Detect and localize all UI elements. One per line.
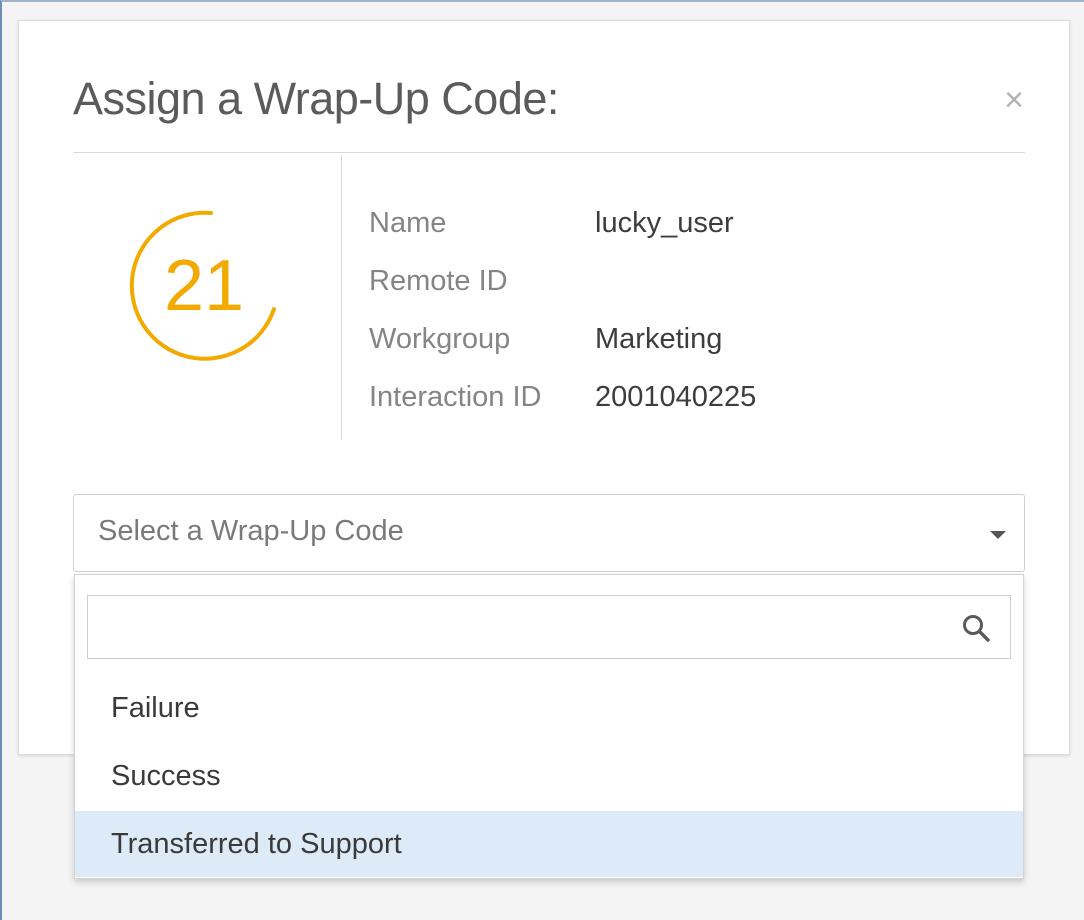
close-button[interactable]: × — [997, 83, 1031, 117]
chevron-down-icon — [990, 531, 1006, 539]
wrap-up-code-dropdown: Failure Success Transferred to Support — [74, 574, 1024, 879]
detail-value: 2001040225 — [595, 381, 757, 413]
dropdown-search — [87, 595, 1011, 659]
counter-value: 21 — [163, 246, 245, 326]
detail-label: Workgroup — [369, 323, 511, 355]
detail-label: Remote ID — [369, 265, 508, 297]
interaction-counter: 21 — [109, 191, 299, 381]
dialog-title: Assign a Wrap-Up Code: — [73, 73, 559, 124]
wrap-up-code-select[interactable]: Select a Wrap-Up Code — [73, 494, 1025, 572]
detail-label: Name — [369, 207, 447, 239]
vertical-divider — [341, 155, 342, 440]
option-failure[interactable]: Failure — [75, 675, 1023, 741]
title-divider — [73, 152, 1025, 153]
detail-value: lucky_user — [595, 207, 734, 239]
detail-label: Interaction ID — [369, 381, 542, 413]
app-frame: Assign a Wrap-Up Code: × 21 Name lucky_u… — [0, 0, 1084, 920]
option-success[interactable]: Success — [75, 743, 1023, 809]
option-transferred-to-support[interactable]: Transferred to Support — [75, 811, 1023, 877]
select-placeholder: Select a Wrap-Up Code — [98, 515, 404, 547]
detail-value: Marketing — [595, 323, 723, 355]
search-icon[interactable] — [960, 612, 992, 644]
dropdown-search-input[interactable] — [88, 596, 948, 658]
